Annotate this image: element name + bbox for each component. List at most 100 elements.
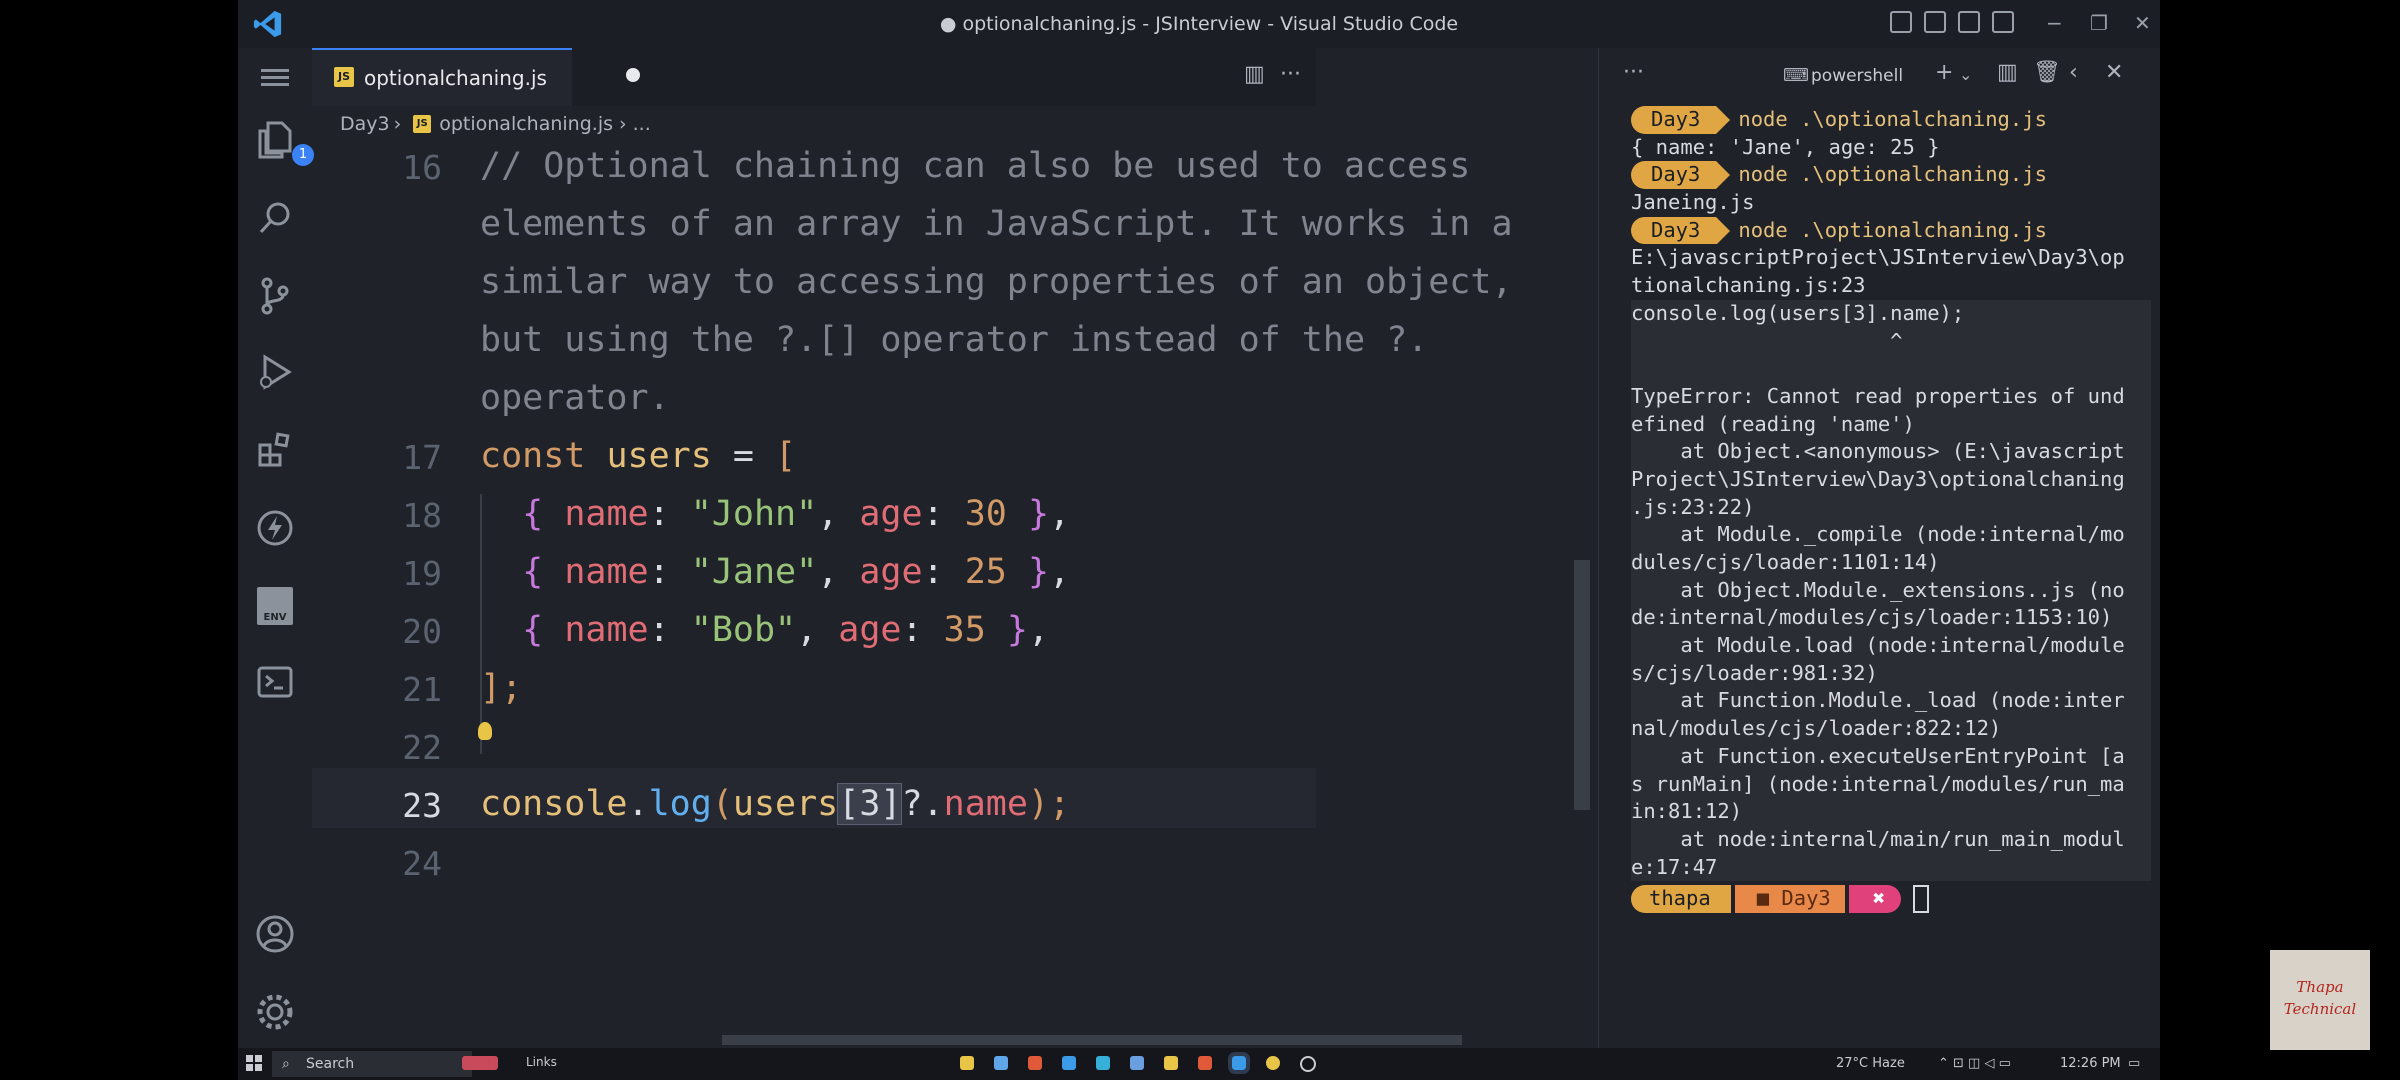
search-icon[interactable] bbox=[255, 198, 295, 238]
terminal-line: at Module._compile (node:internal/mo bbox=[1631, 521, 2151, 549]
code-string: "Bob" bbox=[690, 610, 797, 650]
line-number-active: 23 bbox=[402, 786, 442, 825]
close-panel-icon[interactable]: ✕ bbox=[2105, 60, 2123, 85]
env-file-icon[interactable]: ENV bbox=[255, 586, 295, 626]
source-control-icon[interactable] bbox=[255, 276, 295, 316]
terminal-output[interactable]: Day3 node .\optionalchaning.js { name: 'Ja… bbox=[1631, 106, 2151, 913]
taskbar-people-icon[interactable] bbox=[462, 1056, 498, 1070]
line-number: 16 bbox=[402, 148, 442, 187]
tab-optionalchaning-js[interactable]: JS optionalchaning.js bbox=[312, 48, 572, 106]
toggle-sidebar-icon[interactable] bbox=[1890, 11, 1912, 33]
code-property: name bbox=[564, 494, 649, 534]
toggle-secondary-sidebar-icon[interactable] bbox=[1958, 11, 1980, 33]
terminal-more-icon[interactable]: ··· bbox=[1623, 60, 1644, 85]
split-editor-icon[interactable]: ▥ bbox=[1244, 62, 1265, 87]
close-window-icon[interactable]: ✕ bbox=[2134, 11, 2151, 35]
terminal-line: at Object.Module._extensions..js (no bbox=[1631, 576, 2151, 605]
code-string: "John" bbox=[690, 494, 818, 534]
account-icon[interactable] bbox=[255, 914, 295, 954]
terminal-output-text: Project\JSInterview\Day3\optionalchaning bbox=[1631, 466, 2125, 491]
terminal-shell-label[interactable]: powershell bbox=[1811, 66, 1903, 86]
code-editor[interactable]: 16 17 18 19 20 21 22 23 24 // Optional c… bbox=[312, 142, 1513, 1042]
prompt-user-pill: thapa bbox=[1631, 885, 1731, 913]
split-terminal-icon[interactable]: ▥ bbox=[1997, 60, 2018, 85]
explorer-icon[interactable]: 1 bbox=[255, 120, 314, 166]
terminal-output-text: dules/cjs/loader:1101:14) bbox=[1631, 550, 1940, 574]
terminal-output-text: Janeing.js bbox=[1631, 190, 1755, 215]
breadcrumb-file[interactable]: optionalchaning.js bbox=[439, 113, 613, 135]
run-debug-icon[interactable] bbox=[255, 352, 295, 392]
restore-icon[interactable]: ❐ bbox=[2090, 11, 2108, 35]
chevron-down-icon[interactable]: ⌄ bbox=[1959, 65, 1972, 84]
code-comment-line: but using the ?.[] operator instead of t… bbox=[480, 320, 1429, 360]
file-explorer-icon[interactable] bbox=[960, 1056, 974, 1070]
app-icon[interactable] bbox=[1198, 1056, 1212, 1070]
terminal-prompt-line: thapa ■ Day3 ✖ bbox=[1631, 885, 2151, 913]
window-title: ● optionalchaning.js - JSInterview - Vis… bbox=[939, 13, 1459, 35]
taskbar-links-label[interactable]: Links bbox=[526, 1055, 557, 1069]
photos-icon[interactable] bbox=[1130, 1056, 1144, 1070]
clock-label[interactable]: 12:26 PM bbox=[2060, 1056, 2121, 1071]
app-icon[interactable] bbox=[1164, 1056, 1178, 1070]
chevron-left-icon[interactable]: ‹ bbox=[2069, 60, 2078, 85]
terminal-line: console.log(users[3].name); bbox=[1631, 299, 2151, 328]
terminal-line: Janeing.js bbox=[1631, 189, 2151, 217]
editor-horizontal-scrollbar[interactable] bbox=[722, 1035, 1462, 1045]
terminal-output-text: at Module._compile (node:internal/mo bbox=[1631, 522, 2125, 547]
unsaved-dot-icon[interactable] bbox=[626, 68, 640, 82]
line-number: 22 bbox=[402, 728, 442, 767]
javascript-file-icon: JS bbox=[413, 115, 432, 133]
code-property: age bbox=[859, 494, 923, 534]
app-icon[interactable] bbox=[1266, 1056, 1280, 1070]
settings-gear-icon[interactable] bbox=[255, 992, 295, 1032]
code-property: name bbox=[943, 784, 1028, 824]
more-actions-icon[interactable]: ··· bbox=[1280, 62, 1301, 87]
store-icon[interactable] bbox=[994, 1056, 1008, 1070]
terminal-output-text: s runMain] (node:internal/modules/run_ma bbox=[1631, 771, 2125, 796]
terminal-icon[interactable] bbox=[255, 662, 295, 702]
clock-app-icon[interactable] bbox=[1300, 1056, 1316, 1072]
powershell-icon: ⌨ bbox=[1783, 65, 1809, 86]
customize-layout-icon[interactable] bbox=[1992, 11, 2014, 33]
terminal-line: Day3 node .\optionalchaning.js bbox=[1631, 216, 2151, 245]
toggle-panel-icon[interactable] bbox=[1924, 11, 1946, 33]
code-function: log bbox=[648, 784, 712, 824]
prompt-folder-pill: Day3 bbox=[1631, 106, 1731, 134]
thunder-client-icon[interactable] bbox=[255, 508, 295, 548]
terminal-line bbox=[1631, 355, 2151, 383]
tray-icons[interactable]: ⌃ ⊡ ◫ ◁ ▭ bbox=[1938, 1056, 2011, 1071]
menu-icon[interactable] bbox=[255, 58, 295, 98]
prompt-folder-pill: Day3 bbox=[1631, 161, 1731, 190]
breadcrumb-more[interactable]: ... bbox=[633, 113, 651, 135]
editor-tab-bar: JS optionalchaning.js ▥ ··· bbox=[312, 48, 1316, 106]
code-comment-line: operator. bbox=[480, 378, 670, 418]
minimize-icon[interactable]: − bbox=[2046, 11, 2063, 35]
weather-label[interactable]: 27°C Haze bbox=[1836, 1056, 1905, 1071]
chrome-icon[interactable] bbox=[1028, 1056, 1042, 1070]
new-terminal-icon[interactable]: + bbox=[1935, 60, 1953, 85]
terminal-line: at Module.load (node:internal/module bbox=[1631, 632, 2151, 660]
editor-vertical-scrollbar[interactable] bbox=[1574, 560, 1590, 810]
code-bracket: ]; bbox=[480, 668, 523, 708]
mail-icon[interactable] bbox=[1062, 1056, 1076, 1070]
code-comment-line: // Optional chaining can also be used to… bbox=[480, 146, 1471, 186]
windows-start-icon[interactable] bbox=[246, 1055, 262, 1071]
code-line-18: { name: "John", age: 30 }, bbox=[522, 494, 1071, 534]
code-keyword: const bbox=[480, 436, 586, 476]
layout-controls bbox=[1890, 11, 2014, 33]
vscode-taskbar-icon[interactable] bbox=[1228, 1052, 1250, 1074]
windows-taskbar: ⌕ Search Links 27°C Haze ⌃ ⊡ ◫ ◁ ▭ 12:26… bbox=[238, 1048, 2160, 1080]
code-number: 25 bbox=[964, 552, 1007, 592]
terminal-header: ··· ⌨ powershell + ⌄ ▥ 🗑 ‹ ✕ bbox=[1599, 48, 2160, 104]
terminal-output-text: at Function.executeUserEntryPoint [a bbox=[1631, 743, 2125, 768]
trash-icon[interactable]: 🗑 bbox=[2033, 60, 2061, 85]
code-line-17: const users = [ bbox=[480, 436, 796, 476]
edge-icon[interactable] bbox=[1096, 1056, 1110, 1070]
lightbulb-icon[interactable] bbox=[478, 722, 492, 740]
extensions-icon[interactable] bbox=[255, 430, 295, 470]
taskbar-search-box[interactable]: ⌕ Search bbox=[272, 1051, 472, 1077]
notification-icon[interactable]: ▭ bbox=[2128, 1056, 2140, 1071]
terminal-output-text: at Object.<anonymous> (E:\javascript bbox=[1631, 439, 2125, 464]
breadcrumb-folder[interactable]: Day3 bbox=[340, 113, 390, 135]
code-property: age bbox=[859, 552, 923, 592]
